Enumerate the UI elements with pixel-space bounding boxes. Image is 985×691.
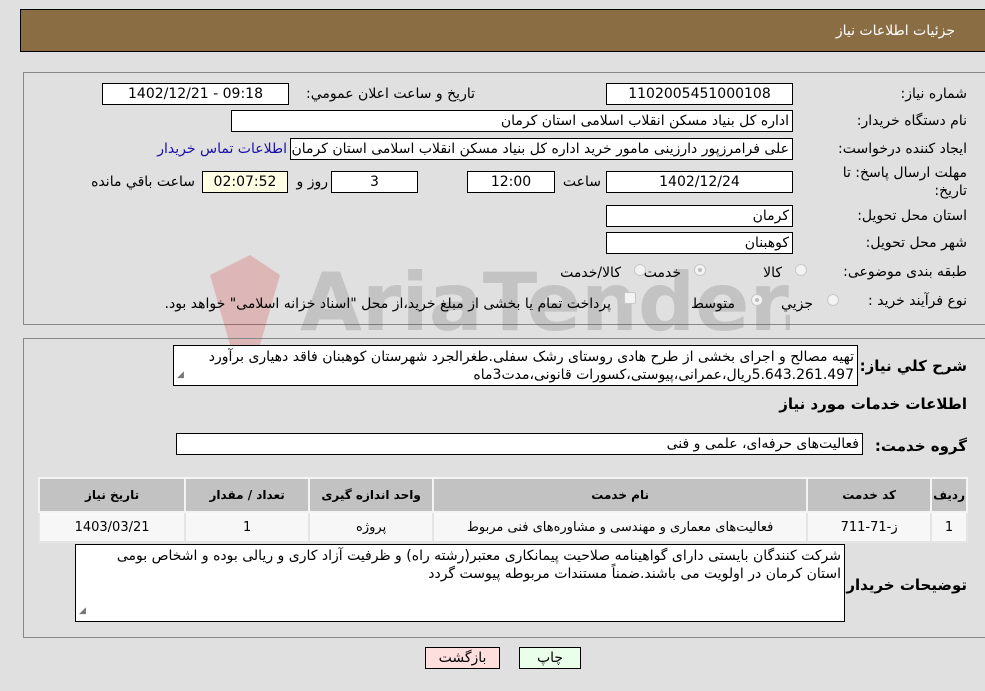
column-header-quantity: تعداد / مقدار — [184, 477, 311, 513]
category-option-service: خدمت — [643, 265, 681, 281]
province-label: استان محل تحویل: — [857, 208, 967, 224]
category-radio-goods-service[interactable] — [634, 264, 646, 276]
deadline-time-label: ساعت — [562, 174, 601, 190]
deadline-date-field: 1402/12/24 — [606, 171, 793, 193]
deadline-label: مهلت ارسال پاسخ: تا — [842, 165, 967, 181]
process-radio-minor[interactable] — [827, 294, 839, 306]
category-option-goods-service: کالا/خدمت — [560, 265, 621, 281]
service-group-label: گروه خدمت: — [874, 437, 967, 455]
province-field: کرمان — [606, 205, 793, 227]
cell-service-name: فعالیت‌های معماری و مهندسی و مشاوره‌های … — [432, 511, 809, 543]
description-text: تهیه مصالح و اجرای بخشی از طرح هادی روست… — [208, 349, 854, 383]
remaining-days-field: 3 — [331, 171, 418, 193]
cell-unit: پروژه — [308, 511, 435, 543]
deadline-time-field: 12:00 — [467, 171, 555, 193]
process-option-medium: متوسط — [691, 296, 735, 312]
category-radio-service[interactable] — [694, 264, 706, 276]
deadline-label-date: تاریخ: — [934, 183, 967, 199]
table-header-row: ردیف کد خدمت نام خدمت واحد اندازه گیری ت… — [37, 477, 968, 513]
need-number-field: 1102005451000108 — [606, 83, 793, 105]
category-radio-goods[interactable] — [795, 264, 807, 276]
buyer-contact-link[interactable]: اطلاعات تماس خریدار — [157, 141, 287, 157]
category-label: طبقه بندی موضوعی: — [843, 264, 967, 280]
cell-need-date: 1403/03/21 — [37, 511, 187, 543]
column-header-need-date: تاریخ نیاز — [37, 477, 187, 513]
table-row: 1 ز-71-711 فعالیت‌های معماری و مهندسی و … — [37, 511, 968, 543]
need-number-label: شماره نیاز: — [900, 86, 968, 102]
remaining-time-label: ساعت باقي مانده — [91, 174, 195, 190]
service-group-field: فعالیت‌های حرفه‌ای، علمی و فنی — [176, 433, 863, 455]
cell-row-number: 1 — [930, 511, 968, 543]
remaining-time-field: 02:07:52 — [202, 171, 288, 193]
treasury-note: پرداخت تمام یا بخشی از مبلغ خرید،از محل … — [164, 296, 611, 312]
description-label: شرح کلي نیاز: — [859, 357, 967, 375]
city-label: شهر محل تحویل: — [865, 235, 967, 251]
cell-service-code: ز-71-711 — [806, 511, 933, 543]
column-header-unit: واحد اندازه گیری — [308, 477, 435, 513]
cell-quantity: 1 — [184, 511, 311, 543]
back-button[interactable]: بازگشت — [425, 647, 500, 669]
column-header-row-number: ردیف — [930, 477, 968, 513]
resize-grip-icon[interactable]: ◢ — [177, 366, 184, 384]
resize-grip-icon[interactable]: ◢ — [79, 602, 86, 620]
process-option-minor: جزيي — [781, 296, 813, 312]
process-type-label: نوع فرآیند خرید : — [868, 293, 967, 309]
buyer-notes-text: شرکت کنندگان بایستی دارای گواهینامه صلاح… — [116, 548, 841, 582]
buyer-notes-label: توضیحات خریدار: — [840, 576, 967, 594]
buyer-org-label: نام دستگاه خریدار: — [856, 113, 967, 129]
column-header-service-name: نام خدمت — [432, 477, 809, 513]
buyer-notes-textarea[interactable]: شرکت کنندگان بایستی دارای گواهینامه صلاح… — [75, 544, 845, 622]
city-field: کوهبنان — [606, 232, 793, 254]
category-option-goods: کالا — [763, 265, 782, 281]
column-header-service-code: کد خدمت — [806, 477, 933, 513]
requester-field: علی فرامرزپور دارزینی مامور خرید اداره ک… — [290, 138, 793, 160]
services-section-title: اطلاعات خدمات مورد نیاز — [779, 395, 967, 413]
process-radio-medium[interactable] — [751, 294, 763, 306]
announce-datetime-field: 1402/12/21 - 09:18 — [102, 83, 289, 105]
print-button[interactable]: چاپ — [519, 647, 581, 669]
services-table: ردیف کد خدمت نام خدمت واحد اندازه گیری ت… — [37, 477, 968, 543]
treasury-checkbox[interactable] — [624, 292, 636, 304]
announce-datetime-label: تاریخ و ساعت اعلان عمومي: — [306, 86, 475, 102]
page-header: جزئیات اطلاعات نیاز — [20, 9, 985, 52]
description-textarea[interactable]: تهیه مصالح و اجرای بخشی از طرح هادی روست… — [173, 345, 858, 386]
page-title: جزئیات اطلاعات نیاز — [835, 23, 955, 39]
requester-label: ایجاد کننده درخواست: — [838, 141, 967, 157]
days-label: روز و — [296, 174, 329, 190]
buyer-org-field: اداره کل بنیاد مسکن انقلاب اسلامی استان … — [231, 110, 793, 132]
